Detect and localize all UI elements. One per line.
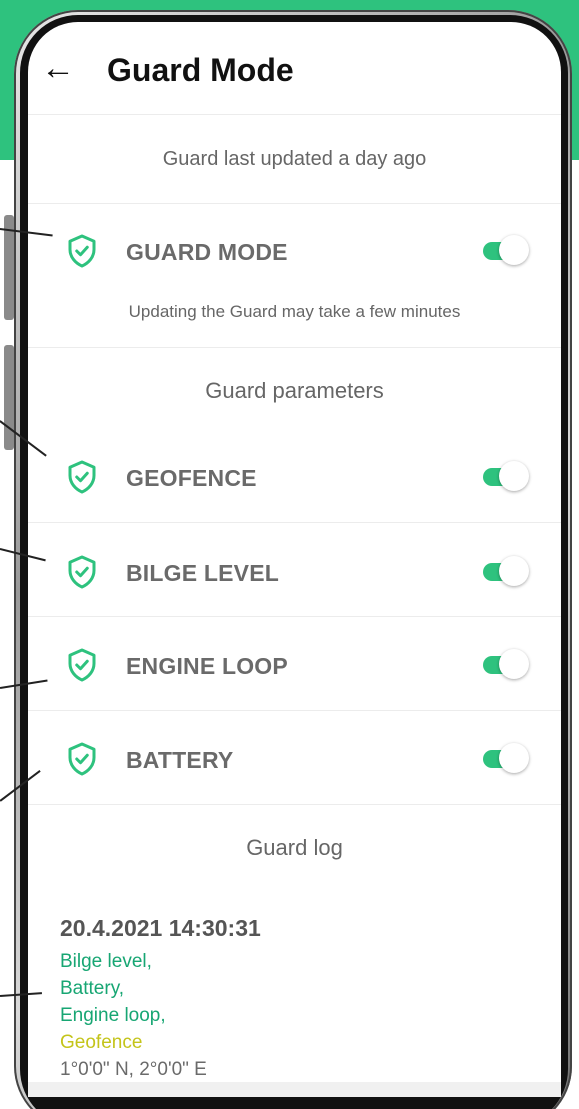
log-line-warning: Geofence [60,1032,143,1053]
parameters-heading: Guard parameters [205,378,384,403]
arrow-left-icon[interactable]: ← [38,48,78,88]
log-timestamp: 20.4.2021 14:30:31 [60,915,261,941]
log-line: Bilge level, [60,951,152,972]
toggle-knob [499,743,529,773]
divider [28,522,561,523]
divider [28,347,561,348]
log-coordinates: 1°0'0" N, 2°0'0" E [60,1059,207,1080]
shield-check-icon [68,742,96,776]
shield-check-icon [68,648,96,682]
parameter-label: GEOFENCE [126,465,257,491]
parameter-row-geofence: GEOFENCE [28,447,561,507]
volume-down-button [4,345,14,450]
parameter-row-engine-loop: ENGINE LOOP [28,635,561,695]
divider [28,114,561,115]
log-line: Battery, [60,978,125,999]
shield-check-icon [68,460,96,494]
divider [28,616,561,617]
guard-mode-row: GUARD MODE [28,221,561,281]
app-screen: ← Guard Mode Guard last updated a day ag… [28,22,561,1097]
shield-check-icon [68,555,96,589]
toggle-knob [499,556,529,586]
toggle-knob [499,649,529,679]
shield-check-icon [68,234,96,268]
parameter-label: ENGINE LOOP [126,653,288,679]
log-line: Engine loop, [60,1005,166,1026]
geofence-toggle[interactable] [483,461,529,493]
divider [28,203,561,204]
log-heading: Guard log [246,835,343,860]
parameter-row-bilge-level: BILGE LEVEL [28,542,561,602]
log-entry: 20.4.2021 14:30:31 Bilge level, Battery,… [60,915,520,1083]
last-updated-text: Guard last updated a day ago [162,148,427,170]
bottom-edge [28,1082,561,1097]
parameter-label: BILGE LEVEL [126,560,279,586]
parameter-label: BATTERY [126,747,234,773]
guard-mode-label: GUARD MODE [126,239,288,265]
engine-loop-toggle[interactable] [483,649,529,681]
stage: ← Guard Mode Guard last updated a day ag… [0,0,579,1109]
battery-toggle[interactable] [483,743,529,775]
toggle-knob [499,235,529,265]
bilge-level-toggle[interactable] [483,556,529,588]
divider [28,710,561,711]
page-title: Guard Mode [107,52,294,88]
guard-mode-note: Updating the Guard may take a few minute… [128,302,461,321]
divider [28,804,561,805]
guard-mode-toggle[interactable] [483,235,529,267]
toggle-knob [499,461,529,491]
app-header: ← Guard Mode [28,22,561,118]
parameter-row-battery: BATTERY [28,729,561,789]
